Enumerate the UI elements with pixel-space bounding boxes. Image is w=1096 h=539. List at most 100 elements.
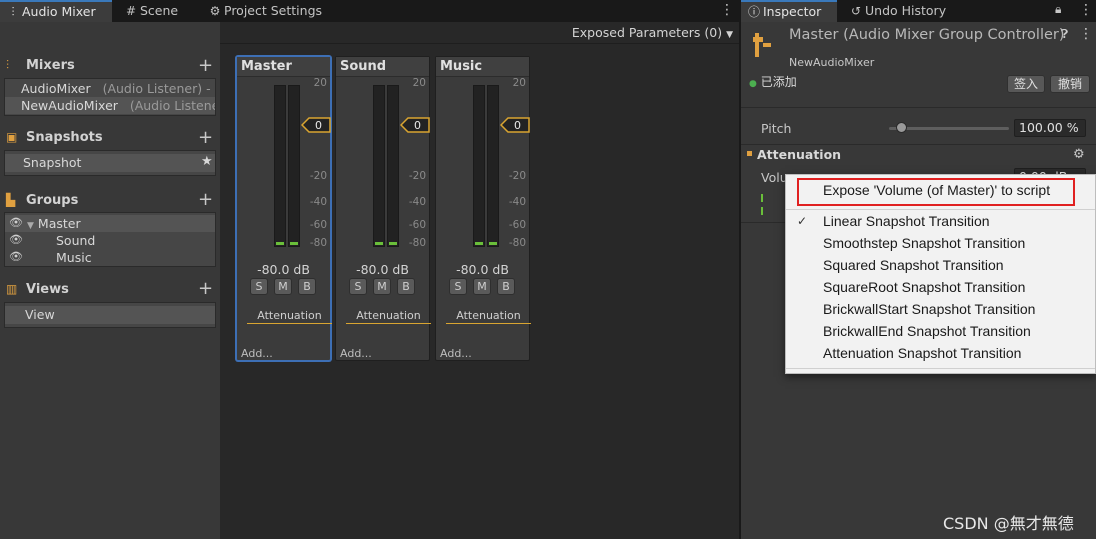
tick-label: -20 xyxy=(408,170,426,182)
volume-db-readout: -80.0 dB xyxy=(456,262,509,277)
add-mixer-button[interactable]: + xyxy=(198,57,213,75)
add-effect-button[interactable]: Add... xyxy=(241,347,273,360)
inspector-tab-bar: ⓘ Inspector ↺ Undo History 🔒︎ ⋮ xyxy=(741,0,1096,22)
solo-button[interactable]: S xyxy=(349,278,367,295)
add-view-button[interactable]: + xyxy=(198,280,213,298)
snapshot-item[interactable]: Snapshot xyxy=(5,154,215,172)
gear-icon[interactable]: ⚙ xyxy=(1073,147,1085,162)
triangle-down-icon[interactable]: ▼ xyxy=(27,221,34,231)
groups-header: ▙ Groups xyxy=(6,193,79,208)
volume-db-readout: -80.0 dB xyxy=(356,262,409,277)
menu-item-squareroot[interactable]: SquareRoot Snapshot Transition xyxy=(823,279,1025,295)
tab-inspector[interactable]: ⓘ Inspector xyxy=(741,0,837,22)
tick-label: -60 xyxy=(408,219,426,231)
more-options-icon[interactable]: ⋮ xyxy=(1079,26,1093,42)
add-effect-button[interactable]: Add... xyxy=(440,347,472,360)
snapshot-icon: ▣ xyxy=(6,130,18,144)
views-header: ▥ Views xyxy=(6,282,69,297)
scene-hash-icon: # xyxy=(125,4,137,18)
tab-scene[interactable]: # Scene xyxy=(118,0,198,22)
menu-item-brickwallstart[interactable]: BrickwallStart Snapshot Transition xyxy=(823,301,1035,317)
pitch-slider-thumb[interactable] xyxy=(896,122,907,133)
add-effect-button[interactable]: Add... xyxy=(340,347,372,360)
tick-label: -60 xyxy=(508,219,526,231)
tick-label: -80 xyxy=(408,237,426,249)
fader-value: 0 xyxy=(315,119,322,132)
effect-attenuation[interactable]: Attenuation xyxy=(247,308,332,324)
watermark: CSDN @無才無德 xyxy=(943,514,1074,533)
bypass-button[interactable]: B xyxy=(298,278,316,295)
group-icon: ▙ xyxy=(6,193,16,207)
gear-icon: ⚙ xyxy=(209,4,221,18)
tick-label: -20 xyxy=(508,170,526,182)
tick-label: -80 xyxy=(508,237,526,249)
effect-attenuation[interactable]: Attenuation xyxy=(346,308,431,324)
list-item-selected[interactable]: NewAudioMixer (Audio Listene xyxy=(5,97,215,114)
group-item-music[interactable]: Music xyxy=(5,249,215,266)
bypass-button[interactable]: B xyxy=(397,278,415,295)
tab-audio-mixer[interactable]: ⫶ Audio Mixer xyxy=(0,0,112,22)
pitch-label: Pitch xyxy=(761,121,792,136)
snapshots-list: Snapshot ★ xyxy=(4,150,216,176)
info-icon: ⓘ xyxy=(747,5,760,19)
add-snapshot-button[interactable]: + xyxy=(198,129,213,147)
help-icon[interactable]: ❓︎ xyxy=(1061,27,1068,42)
pitch-value-field[interactable]: 100.00 % xyxy=(1014,119,1086,137)
group-item-sound[interactable]: Sound xyxy=(5,232,215,249)
more-options-icon[interactable]: ⋮ xyxy=(720,2,734,18)
revert-button[interactable]: 撤销 xyxy=(1050,75,1090,93)
mixer-strip-sound[interactable]: Sound 20 -20 -40 -60 -80 0 -80.0 dB S M … xyxy=(335,56,431,361)
tab-undo-history[interactable]: ↺ Undo History xyxy=(843,0,953,22)
strip-title: Master xyxy=(237,57,330,77)
checkmark-icon: ✓ xyxy=(797,214,808,228)
tab-project-settings[interactable]: ⚙ Project Settings xyxy=(202,0,332,22)
more-options-icon[interactable]: ⋮ xyxy=(1079,2,1093,18)
effect-color-swatch xyxy=(747,151,752,156)
checkin-button[interactable]: 签入 xyxy=(1007,75,1045,93)
snapshots-header: ▣ Snapshots xyxy=(6,130,103,145)
add-group-button[interactable]: + xyxy=(198,191,213,209)
menu-separator xyxy=(786,368,1095,369)
mixer-group-icon xyxy=(751,31,775,59)
tick-label: -40 xyxy=(309,196,327,208)
pitch-slider-track[interactable] xyxy=(889,127,1009,130)
attenuation-header: Attenuation xyxy=(757,147,842,162)
eye-icon[interactable]: 👁 xyxy=(9,216,23,229)
tick-label: 20 xyxy=(412,77,426,89)
menu-item-smoothstep[interactable]: Smoothstep Snapshot Transition xyxy=(823,235,1025,251)
eye-icon[interactable]: 👁 xyxy=(9,233,23,246)
inspector-title: Master (Audio Mixer Group Controller) xyxy=(789,27,1065,43)
menu-item-attenuation[interactable]: Attenuation Snapshot Transition xyxy=(823,345,1021,361)
menu-item-squared[interactable]: Squared Snapshot Transition xyxy=(823,257,1004,273)
mixer-tab-bar: ⫶ Audio Mixer # Scene ⚙ Project Settings ⋮ xyxy=(0,0,739,22)
group-item-master[interactable]: ▼ Master xyxy=(5,215,215,232)
list-item[interactable]: AudioMixer (Audio Listener) - I xyxy=(5,80,215,97)
solo-button[interactable]: S xyxy=(250,278,268,295)
exposed-parameters-dropdown[interactable]: Exposed Parameters (0) ▼ xyxy=(572,25,733,40)
mixer-strip-master[interactable]: Master 20 -20 -40 -60 -80 0 -80.0 dB S M… xyxy=(236,56,332,361)
menu-item-expose-volume[interactable]: Expose 'Volume (of Master)' to script xyxy=(823,182,1050,198)
mixer-strip-music[interactable]: Music 20 -20 -40 -60 -80 0 -80.0 dB S M … xyxy=(435,56,531,361)
audio-mixer-icon: ⫶ xyxy=(11,5,15,19)
mixers-list: AudioMixer (Audio Listener) - I NewAudio… xyxy=(4,78,216,116)
effect-attenuation[interactable]: Attenuation xyxy=(446,308,531,324)
lock-icon[interactable]: 🔒︎ xyxy=(1055,2,1061,17)
mute-button[interactable]: M xyxy=(473,278,491,295)
solo-button[interactable]: S xyxy=(449,278,467,295)
inspector-subtitle: NewAudioMixer xyxy=(789,56,875,69)
menu-item-linear[interactable]: Linear Snapshot Transition xyxy=(823,213,990,229)
star-icon[interactable]: ★ xyxy=(201,154,213,169)
bypass-button[interactable]: B xyxy=(497,278,515,295)
view-item[interactable]: View xyxy=(5,306,215,324)
mute-button[interactable]: M xyxy=(274,278,292,295)
menu-item-brickwallend[interactable]: BrickwallEnd Snapshot Transition xyxy=(823,323,1031,339)
volume-meter-bar xyxy=(761,207,763,215)
chevron-down-icon: ▼ xyxy=(726,30,733,40)
mixer-sliders-icon: ⫶ xyxy=(6,58,10,72)
tick-label: -20 xyxy=(309,170,327,182)
eye-icon[interactable]: 👁 xyxy=(9,250,23,263)
volume-meter-bar xyxy=(761,194,763,202)
fader-value: 0 xyxy=(514,119,521,132)
level-meter-left xyxy=(274,85,286,247)
mute-button[interactable]: M xyxy=(373,278,391,295)
